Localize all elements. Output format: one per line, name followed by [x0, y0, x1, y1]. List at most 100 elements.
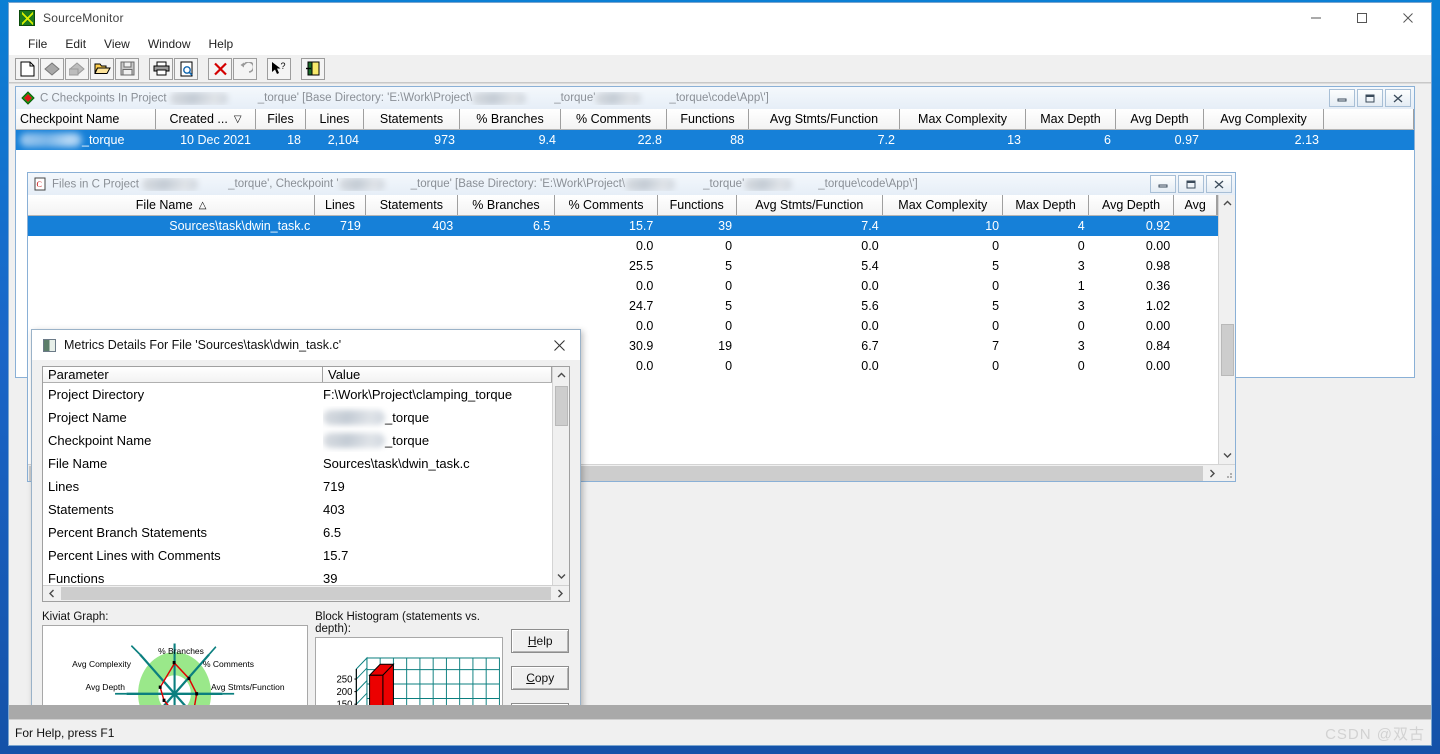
checkpoints-grid-column-header[interactable]: Lines	[306, 109, 364, 129]
metrics-parameter-row[interactable]: File Name Sources\task\dwin_task.c	[43, 452, 552, 475]
checkpoints-restore-button[interactable]	[1357, 89, 1383, 107]
files-grid-column-header[interactable]: % Branches	[457, 195, 556, 215]
files-close-button[interactable]	[1206, 175, 1232, 193]
undo-icon[interactable]	[233, 57, 257, 80]
metrics-parameter-row[interactable]: Functions 39	[43, 567, 552, 585]
checkpoints-grid-column-header[interactable]: % Branches	[460, 109, 561, 129]
metrics-parameter-row[interactable]: Lines 719	[43, 475, 552, 498]
metrics-hscroll-thumb[interactable]	[61, 587, 551, 600]
checkpoints-grid-row[interactable]: _torque 10 Dec 2021 18 2,104 973 9.4 22.8 88 7.2…	[16, 130, 1414, 150]
maximize-button[interactable]	[1339, 3, 1385, 33]
minimize-button[interactable]	[1293, 3, 1339, 33]
metrics-parameter-row[interactable]: Project Directory F:\Work\Project\clampin…	[43, 383, 552, 406]
column-value[interactable]: Value	[323, 367, 552, 382]
files-grid-column-header[interactable]: Max Depth	[1003, 195, 1089, 215]
files-grid-column-header[interactable]: Avg Depth	[1088, 195, 1175, 215]
help-button[interactable]: Help	[511, 629, 570, 653]
files-grid-cell	[366, 296, 458, 316]
checkpoints-grid-column-header[interactable]: Max Depth	[1026, 109, 1116, 129]
menu-view[interactable]: View	[95, 35, 139, 53]
files-restore-button[interactable]	[1178, 175, 1204, 193]
checkpoint-diamond-icon	[21, 91, 35, 105]
checkpoints-grid-column-header[interactable]: Avg Stmts/Function	[749, 109, 900, 129]
checkpoints-grid-column-header[interactable]: % Comments	[561, 109, 667, 129]
copy-button[interactable]: Copy	[511, 666, 570, 690]
files-grid-cell: 3	[1077, 299, 1085, 313]
menu-window[interactable]: Window	[139, 35, 200, 53]
resize-grip-icon[interactable]	[1221, 466, 1235, 481]
add-checkpoint-icon[interactable]	[40, 57, 64, 80]
files-grid-column-label: Lines	[325, 198, 355, 212]
files-grid-column-header[interactable]: % Comments	[555, 195, 658, 215]
window-controls	[1293, 3, 1431, 33]
files-grid-column-header[interactable]: Lines	[315, 195, 366, 215]
files-grid-cell: 0.92	[1145, 219, 1171, 233]
scroll-right-icon[interactable]	[552, 585, 569, 602]
menu-edit[interactable]: Edit	[56, 35, 95, 53]
files-grid-column-header[interactable]: Avg Stmts/Function	[736, 195, 884, 215]
metrics-parameter-row[interactable]: Percent Branch Statements 6.5	[43, 521, 552, 544]
menu-file[interactable]: File	[19, 35, 56, 53]
checkpoints-close-button[interactable]	[1385, 89, 1411, 107]
new-project-icon[interactable]	[15, 57, 39, 80]
files-grid-column-header[interactable]: Functions	[657, 195, 737, 215]
files-grid-column-label: Statements	[379, 198, 443, 212]
files-grid-cell: 0	[1077, 239, 1085, 253]
files-grid-row[interactable]: Sources\task\dwin_task.c 719 403 6.5 15.7 39 7…	[28, 216, 1218, 236]
files-grid-column-header[interactable]: Avg	[1174, 195, 1217, 215]
save-project-icon[interactable]	[115, 57, 139, 80]
files-grid-row[interactable]: 25.5 5 5.4 5 3 0.98	[28, 256, 1218, 276]
files-grid-cell: 0.0	[861, 359, 879, 373]
scroll-down-icon[interactable]	[1218, 447, 1235, 464]
files-grid-column-header[interactable]: Max Complexity	[883, 195, 1004, 215]
delete-checkpoint-icon[interactable]	[65, 57, 89, 80]
files-grid-column-header[interactable]: File Name △	[28, 195, 316, 215]
metrics-horizontal-scrollbar[interactable]	[43, 585, 569, 601]
files-vertical-scrollbar[interactable]	[1218, 195, 1235, 464]
checkpoints-grid-column-header[interactable]: Functions	[667, 109, 749, 129]
menu-help[interactable]: Help	[200, 35, 243, 53]
column-parameter[interactable]: Parameter	[43, 367, 323, 382]
scroll-up-icon[interactable]	[1218, 195, 1235, 212]
checkpoints-grid-column-header[interactable]: Avg Complexity	[1204, 109, 1324, 129]
files-title-bar[interactable]: C Files in C Project _torque', Checkpoin…	[28, 173, 1235, 195]
files-grid-row[interactable]: 0.0 0 0.0 0 1 0.36	[28, 276, 1218, 296]
checkpoints-grid-column-header[interactable]: Max Complexity	[900, 109, 1026, 129]
kiviat-panel: Kiviat Graph: % Branches % Comments Avg …	[42, 611, 309, 719]
metrics-parameter-row[interactable]: Project Name _torque	[43, 406, 552, 429]
print-preview-icon[interactable]	[174, 57, 198, 80]
metrics-scroll-thumb[interactable]	[554, 386, 568, 426]
files-grid-column-label: % Comments	[568, 198, 644, 212]
context-help-icon[interactable]: ?	[267, 57, 291, 80]
checkpoints-grid-column-header[interactable]: Files	[256, 109, 306, 129]
scroll-up-icon[interactable]	[552, 367, 569, 384]
metrics-dialog-close-button[interactable]	[538, 330, 580, 360]
files-grid-column-label: File Name	[135, 198, 193, 212]
delete-icon[interactable]	[208, 57, 232, 80]
close-button[interactable]	[1385, 3, 1431, 33]
metrics-parameter-row[interactable]: Checkpoint Name _torque	[43, 429, 552, 452]
files-scroll-thumb[interactable]	[1220, 324, 1234, 376]
metrics-dialog-title-bar[interactable]: Metrics Details For File 'Sources\task\d…	[32, 330, 580, 360]
checkpoints-grid-column-header[interactable]: Avg Depth	[1116, 109, 1204, 129]
scroll-down-icon[interactable]	[552, 568, 569, 585]
scroll-right-icon[interactable]	[1204, 465, 1221, 482]
files-minimize-button[interactable]	[1150, 175, 1176, 193]
scroll-left-icon[interactable]	[43, 585, 60, 602]
files-grid-row[interactable]: 0.0 0 0.0 0 0 0.00	[28, 236, 1218, 256]
checkpoints-grid-column-header[interactable]: Created ... ▽	[156, 109, 256, 129]
checkpoints-title-bar[interactable]: C Checkpoints In Project _torque' [Base …	[16, 87, 1414, 109]
metrics-parameter-row[interactable]: Percent Lines with Comments 15.7	[43, 544, 552, 567]
checkpoints-grid-column-header[interactable]: Statements	[364, 109, 460, 129]
print-icon[interactable]	[149, 57, 173, 80]
files-grid-column-header[interactable]: Statements	[365, 195, 458, 215]
metrics-parameter-name: File Name	[48, 456, 108, 471]
checkpoints-minimize-button[interactable]	[1329, 89, 1355, 107]
open-project-icon[interactable]	[90, 57, 114, 80]
metrics-vertical-scrollbar[interactable]	[552, 367, 569, 585]
files-grid-row[interactable]: 24.7 5 5.6 5 3 1.02	[28, 296, 1218, 316]
metrics-parameter-row[interactable]: Statements 403	[43, 498, 552, 521]
metrics-list-rows: Project Directory F:\Work\Project\clampin…	[43, 383, 552, 585]
exit-icon[interactable]	[301, 57, 325, 80]
checkpoints-grid-column-header[interactable]: Checkpoint Name	[16, 109, 156, 129]
